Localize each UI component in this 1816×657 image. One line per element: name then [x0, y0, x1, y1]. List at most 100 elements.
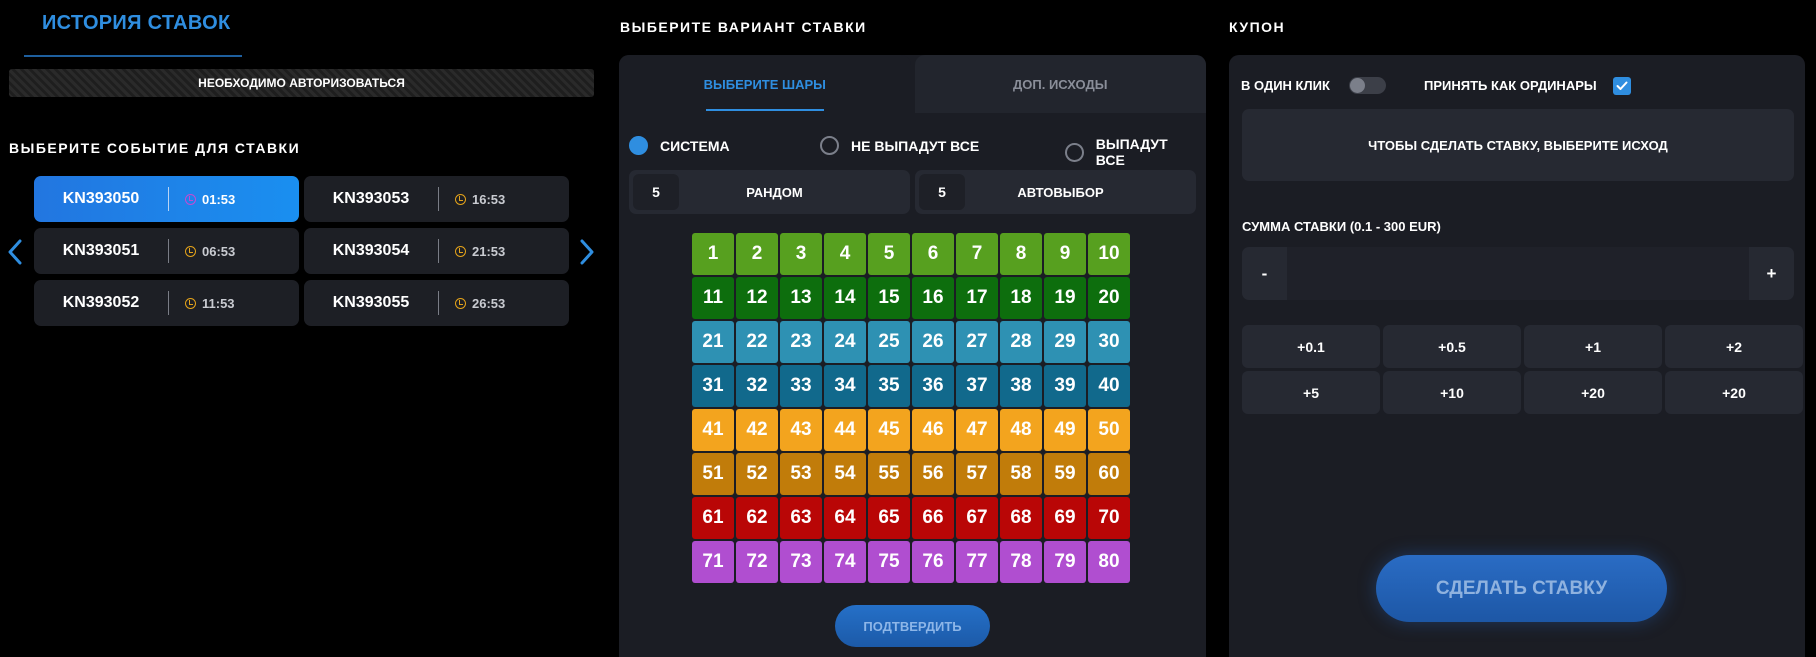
ball-27[interactable]: 27 [956, 321, 998, 363]
ball-41[interactable]: 41 [692, 409, 734, 451]
ball-77[interactable]: 77 [956, 541, 998, 583]
radio-none-fall[interactable]: НЕ ВЫПАДУТ ВСЕ [820, 136, 979, 155]
event-item[interactable]: KN393051 06:53 [34, 228, 299, 274]
ball-57[interactable]: 57 [956, 453, 998, 495]
quick-amount-button[interactable]: +20 [1524, 371, 1662, 414]
ball-34[interactable]: 34 [824, 365, 866, 407]
ball-79[interactable]: 79 [1044, 541, 1086, 583]
ball-70[interactable]: 70 [1088, 497, 1130, 539]
tab-select-balls[interactable]: ВЫБЕРИТЕ ШАРЫ [619, 55, 911, 113]
ball-74[interactable]: 74 [824, 541, 866, 583]
ball-76[interactable]: 76 [912, 541, 954, 583]
event-item[interactable]: KN393052 11:53 [34, 280, 299, 326]
ball-14[interactable]: 14 [824, 277, 866, 319]
chevron-left-icon[interactable] [6, 235, 24, 269]
ball-32[interactable]: 32 [736, 365, 778, 407]
ball-80[interactable]: 80 [1088, 541, 1130, 583]
ball-61[interactable]: 61 [692, 497, 734, 539]
ball-59[interactable]: 59 [1044, 453, 1086, 495]
ball-25[interactable]: 25 [868, 321, 910, 363]
ball-23[interactable]: 23 [780, 321, 822, 363]
ball-37[interactable]: 37 [956, 365, 998, 407]
ball-35[interactable]: 35 [868, 365, 910, 407]
confirm-button[interactable]: ПОДТВЕРДИТЬ [835, 605, 990, 647]
ball-53[interactable]: 53 [780, 453, 822, 495]
quick-amount-button[interactable]: +0.1 [1242, 325, 1380, 368]
ball-20[interactable]: 20 [1088, 277, 1130, 319]
ball-30[interactable]: 30 [1088, 321, 1130, 363]
ball-65[interactable]: 65 [868, 497, 910, 539]
ball-54[interactable]: 54 [824, 453, 866, 495]
ball-4[interactable]: 4 [824, 233, 866, 275]
ball-13[interactable]: 13 [780, 277, 822, 319]
ball-28[interactable]: 28 [1000, 321, 1042, 363]
ball-16[interactable]: 16 [912, 277, 954, 319]
ball-42[interactable]: 42 [736, 409, 778, 451]
ball-52[interactable]: 52 [736, 453, 778, 495]
ball-67[interactable]: 67 [956, 497, 998, 539]
ball-33[interactable]: 33 [780, 365, 822, 407]
ball-44[interactable]: 44 [824, 409, 866, 451]
quick-amount-button[interactable]: +2 [1665, 325, 1803, 368]
ball-8[interactable]: 8 [1000, 233, 1042, 275]
ball-19[interactable]: 19 [1044, 277, 1086, 319]
event-item[interactable]: KN393055 26:53 [304, 280, 569, 326]
ball-63[interactable]: 63 [780, 497, 822, 539]
radio-all-fall[interactable]: ВЫПАДУТ ВСЕ [1065, 136, 1199, 168]
ball-15[interactable]: 15 [868, 277, 910, 319]
chevron-right-icon[interactable] [578, 235, 596, 269]
ball-38[interactable]: 38 [1000, 365, 1042, 407]
ball-48[interactable]: 48 [1000, 409, 1042, 451]
ball-71[interactable]: 71 [692, 541, 734, 583]
ball-60[interactable]: 60 [1088, 453, 1130, 495]
event-item[interactable]: KN393050 01:53 [34, 176, 299, 222]
ball-47[interactable]: 47 [956, 409, 998, 451]
make-bet-button[interactable]: СДЕЛАТЬ СТАВКУ [1376, 555, 1667, 622]
accept-singles-checkbox[interactable] [1613, 77, 1631, 95]
decrease-button[interactable]: - [1242, 247, 1287, 300]
ball-2[interactable]: 2 [736, 233, 778, 275]
ball-18[interactable]: 18 [1000, 277, 1042, 319]
event-item[interactable]: KN393053 16:53 [304, 176, 569, 222]
increase-button[interactable]: + [1749, 247, 1794, 300]
stake-amount-input[interactable] [1287, 247, 1749, 300]
ball-36[interactable]: 36 [912, 365, 954, 407]
ball-62[interactable]: 62 [736, 497, 778, 539]
ball-43[interactable]: 43 [780, 409, 822, 451]
ball-1[interactable]: 1 [692, 233, 734, 275]
history-title[interactable]: ИСТОРИЯ СТАВОК [42, 12, 231, 35]
ball-66[interactable]: 66 [912, 497, 954, 539]
ball-5[interactable]: 5 [868, 233, 910, 275]
ball-50[interactable]: 50 [1088, 409, 1130, 451]
ball-9[interactable]: 9 [1044, 233, 1086, 275]
ball-72[interactable]: 72 [736, 541, 778, 583]
quick-amount-button[interactable]: +1 [1524, 325, 1662, 368]
ball-29[interactable]: 29 [1044, 321, 1086, 363]
quick-amount-button[interactable]: +5 [1242, 371, 1380, 414]
ball-49[interactable]: 49 [1044, 409, 1086, 451]
event-item[interactable]: KN393054 21:53 [304, 228, 569, 274]
ball-58[interactable]: 58 [1000, 453, 1042, 495]
ball-21[interactable]: 21 [692, 321, 734, 363]
ball-39[interactable]: 39 [1044, 365, 1086, 407]
ball-55[interactable]: 55 [868, 453, 910, 495]
ball-6[interactable]: 6 [912, 233, 954, 275]
ball-56[interactable]: 56 [912, 453, 954, 495]
ball-17[interactable]: 17 [956, 277, 998, 319]
quick-amount-button[interactable]: +20 [1665, 371, 1803, 414]
ball-10[interactable]: 10 [1088, 233, 1130, 275]
ball-12[interactable]: 12 [736, 277, 778, 319]
ball-24[interactable]: 24 [824, 321, 866, 363]
random-button[interactable]: 5 РАНДОМ [629, 170, 910, 214]
one-click-toggle[interactable] [1349, 77, 1386, 94]
ball-46[interactable]: 46 [912, 409, 954, 451]
ball-75[interactable]: 75 [868, 541, 910, 583]
autoselect-button[interactable]: 5 АВТОВЫБОР [915, 170, 1196, 214]
ball-26[interactable]: 26 [912, 321, 954, 363]
quick-amount-button[interactable]: +10 [1383, 371, 1521, 414]
ball-40[interactable]: 40 [1088, 365, 1130, 407]
autoselect-count[interactable]: 5 [919, 174, 965, 210]
ball-78[interactable]: 78 [1000, 541, 1042, 583]
ball-69[interactable]: 69 [1044, 497, 1086, 539]
quick-amount-button[interactable]: +0.5 [1383, 325, 1521, 368]
